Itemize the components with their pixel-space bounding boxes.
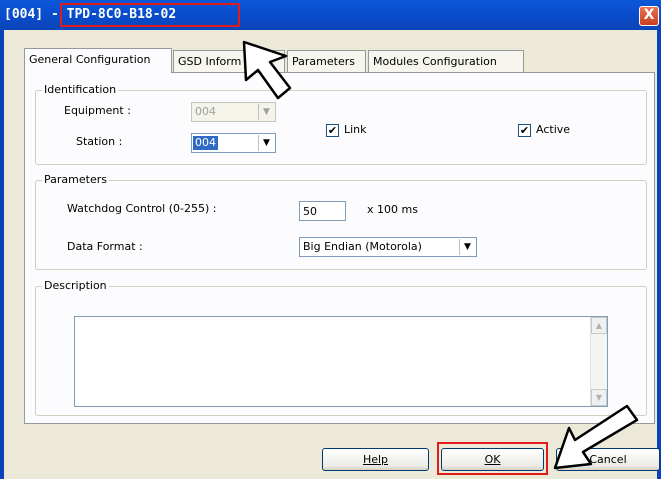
help-button[interactable]: Help [322, 448, 429, 471]
description-title: Description [42, 279, 109, 293]
identification-group: Identification Equipment : 004 ▼ Station… [35, 83, 647, 165]
link-label[interactable]: Link [344, 123, 367, 137]
watchdog-input[interactable]: 50 [299, 201, 346, 221]
close-button[interactable]: X [639, 6, 659, 26]
link-checkbox[interactable]: ✔ [326, 124, 339, 137]
pointer-arrow-icon [553, 404, 639, 470]
window-frame-right [657, 30, 661, 479]
chevron-down-icon: ▼ [258, 135, 274, 151]
description-textarea[interactable]: ▲ ▼ [74, 316, 608, 407]
station-value: 004 [193, 136, 218, 150]
watchdog-value: 50 [303, 205, 317, 218]
parameters-title: Parameters [42, 173, 109, 187]
data-format-select[interactable]: Big Endian (Motorola) ▼ [299, 237, 477, 257]
equipment-value: 004 [195, 105, 216, 118]
watchdog-unit: x 100 ms [367, 203, 418, 216]
ok-highlight-box [437, 442, 548, 475]
chevron-down-icon: ▼ [258, 104, 274, 120]
parameters-group: Parameters Watchdog Control (0-255) : 50… [35, 173, 647, 270]
pointer-arrow-icon [242, 40, 292, 100]
data-format-value: Big Endian (Motorola) [303, 240, 422, 253]
watchdog-label: Watchdog Control (0-255) : [67, 202, 217, 215]
scroll-up-icon[interactable]: ▲ [591, 317, 607, 334]
title-bar[interactable]: [004] - TPD-8C0-B18-02 X [0, 0, 661, 30]
window-frame-left [0, 30, 4, 479]
help-button-label: Help [362, 453, 389, 466]
tab-panel-general: Identification Equipment : 004 ▼ Station… [24, 72, 655, 424]
data-format-label: Data Format : [67, 240, 143, 253]
identification-title: Identification [42, 83, 119, 97]
station-label: Station : [76, 135, 123, 148]
chevron-down-icon: ▼ [459, 239, 475, 255]
active-label[interactable]: Active [536, 123, 570, 137]
station-select[interactable]: 004 ▼ [191, 133, 276, 153]
tab-modules-configuration[interactable]: Modules Configuration [368, 50, 524, 72]
equipment-label: Equipment : [64, 104, 131, 117]
description-scrollbar[interactable]: ▲ ▼ [590, 317, 607, 406]
window-id-prefix: [004] - [4, 7, 67, 22]
title-highlight-box [60, 3, 240, 27]
tab-general-configuration[interactable]: General Configuration [24, 48, 172, 73]
active-checkbox[interactable]: ✔ [518, 124, 531, 137]
description-group: Description ▲ ▼ [35, 279, 647, 416]
